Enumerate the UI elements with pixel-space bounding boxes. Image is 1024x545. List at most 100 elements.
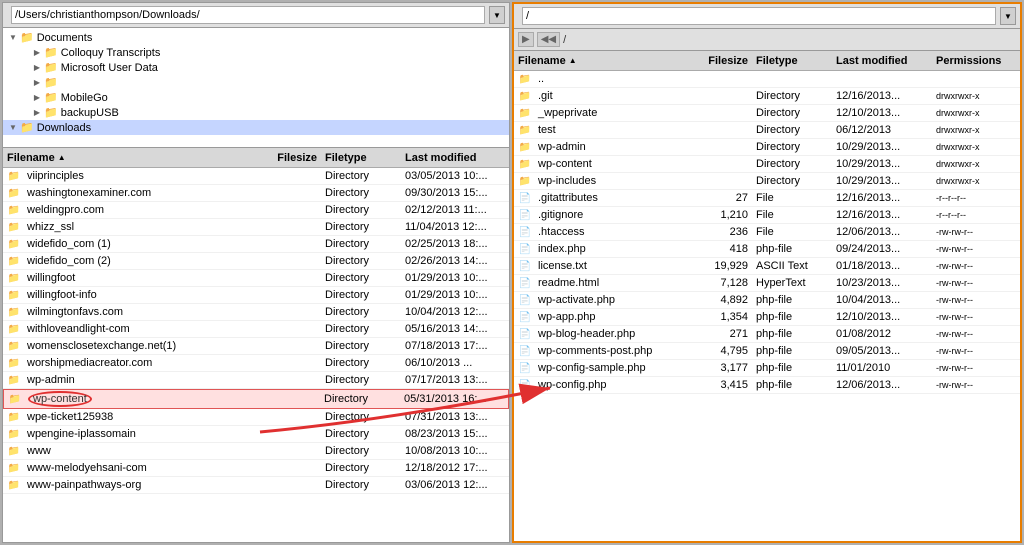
- remote-file-row[interactable]: 📁 test Directory 06/12/2013 drwxrwxr-x: [514, 122, 1020, 139]
- remote-file-row[interactable]: 📄 index.php 418 php-file 09/24/2013... -…: [514, 241, 1020, 258]
- remote-file-icon: 📄: [518, 294, 532, 306]
- remote-file-type-cell: php-file: [756, 345, 836, 357]
- tree-item-msud[interactable]: ▶ 📁 Microsoft User Data: [3, 60, 509, 75]
- local-file-row[interactable]: 📁 www-painpathways-org Directory 03/06/2…: [3, 477, 509, 494]
- remote-file-row[interactable]: 📄 wp-comments-post.php 4,795 php-file 09…: [514, 343, 1020, 360]
- remote-file-name: wp-activate.php: [538, 294, 615, 306]
- tree-item-documents[interactable]: ▼ 📁 Documents: [3, 30, 509, 45]
- tree-item-backupusb[interactable]: ▶ 📁 backupUSB: [3, 105, 509, 120]
- tree-toggle[interactable]: ▶: [31, 93, 43, 102]
- local-file-row[interactable]: 📁 willingfoot-info Directory 01/29/2013 …: [3, 287, 509, 304]
- remote-col-filename[interactable]: Filename ▲: [518, 55, 691, 67]
- remote-file-row[interactable]: 📁 ..: [514, 71, 1020, 88]
- local-file-row[interactable]: 📁 widefido_com (1) Directory 02/25/2013 …: [3, 236, 509, 253]
- file-icon: 📁: [7, 323, 21, 335]
- remote-file-row[interactable]: 📄 .htaccess 236 File 12/06/2013... -rw-r…: [514, 224, 1020, 241]
- remote-file-row[interactable]: 📄 wp-app.php 1,354 php-file 12/10/2013..…: [514, 309, 1020, 326]
- local-file-row[interactable]: 📁 worshipmediacreator.com Directory 06/1…: [3, 355, 509, 372]
- remote-file-row[interactable]: 📄 readme.html 7,128 HyperText 10/23/2013…: [514, 275, 1020, 292]
- folder-icon: 📁: [44, 91, 58, 104]
- file-type-cell: Directory: [325, 323, 405, 335]
- local-site-input[interactable]: [11, 6, 485, 24]
- remote-file-name-cell: 📁 wp-admin: [518, 141, 691, 153]
- remote-file-row[interactable]: 📄 wp-blog-header.php 271 php-file 01/08/…: [514, 326, 1020, 343]
- file-modified: 02/25/2013 18:...: [405, 238, 488, 250]
- tree-toggle[interactable]: ▶: [31, 63, 43, 72]
- file-name: withloveandlight-com: [27, 323, 130, 335]
- tree-item-downloads[interactable]: ▼ 📁 Downloads: [3, 120, 509, 135]
- remote-col-filesize[interactable]: Filesize: [691, 55, 756, 67]
- local-col-filetype[interactable]: Filetype: [325, 152, 405, 164]
- local-file-row[interactable]: 📁 www-melodyehsani-com Directory 12/18/2…: [3, 460, 509, 477]
- local-file-row[interactable]: 📁 widefido_com (2) Directory 02/26/2013 …: [3, 253, 509, 270]
- remote-nav-back[interactable]: ◀◀: [537, 32, 560, 47]
- remote-file-size: 1,354: [720, 311, 748, 323]
- remote-file-row[interactable]: 📄 license.txt 19,929 ASCII Text 01/18/20…: [514, 258, 1020, 275]
- remote-file-row[interactable]: 📁 _wpeprivate Directory 12/10/2013... dr…: [514, 105, 1020, 122]
- file-name: wp-admin: [27, 374, 75, 386]
- remote-col-lastmod[interactable]: Last modified: [836, 55, 936, 67]
- local-col-filename[interactable]: Filename ▲: [7, 152, 260, 164]
- remote-file-perms: -r--r--r--: [936, 193, 966, 203]
- remote-col-filetype[interactable]: Filetype: [756, 55, 836, 67]
- local-file-row[interactable]: 📁 willingfoot Directory 01/29/2013 10:..…: [3, 270, 509, 287]
- tree-toggle[interactable]: ▶: [31, 48, 43, 57]
- local-file-row[interactable]: 📁 whizz_ssl Directory 11/04/2013 12:...: [3, 219, 509, 236]
- remote-file-row[interactable]: 📁 wp-content Directory 10/29/2013... drw…: [514, 156, 1020, 173]
- remote-nav-play[interactable]: ▶: [518, 32, 534, 47]
- file-type-cell: Directory: [325, 170, 405, 182]
- local-file-row[interactable]: 📁 wilmingtonfavs.com Directory 10/04/201…: [3, 304, 509, 321]
- local-file-row[interactable]: 📁 www Directory 10/08/2013 10:...: [3, 443, 509, 460]
- remote-file-name-cell: 📁 _wpeprivate: [518, 107, 691, 119]
- tree-toggle-documents[interactable]: ▼: [7, 33, 19, 42]
- tree-toggle[interactable]: ▶: [31, 78, 43, 87]
- remote-file-perms: drwxrwxr-x: [936, 108, 980, 118]
- local-col-filesize[interactable]: Filesize: [260, 152, 325, 164]
- file-modified: 06/10/2013 ...: [405, 357, 472, 369]
- local-file-row[interactable]: 📁 weldingpro.com Directory 02/12/2013 11…: [3, 202, 509, 219]
- file-type-cell: Directory: [325, 204, 405, 216]
- local-file-row[interactable]: 📁 withloveandlight-com Directory 05/16/2…: [3, 321, 509, 338]
- local-file-row[interactable]: 📁 wp-admin Directory 07/17/2013 13:...: [3, 372, 509, 389]
- remote-file-row[interactable]: 📁 wp-admin Directory 10/29/2013... drwxr…: [514, 139, 1020, 156]
- local-file-row[interactable]: 📁 wp-content Directory 05/31/2013 16:...: [3, 389, 509, 409]
- local-file-row[interactable]: 📁 washingtonexaminer.com Directory 09/30…: [3, 185, 509, 202]
- local-file-row[interactable]: 📁 viiprinciples Directory 03/05/2013 10:…: [3, 168, 509, 185]
- file-type: Directory: [325, 374, 369, 386]
- file-type-cell: Directory: [325, 221, 405, 233]
- remote-file-type: php-file: [756, 243, 792, 255]
- local-file-row[interactable]: 📁 womensclosetexchange.net(1) Directory …: [3, 338, 509, 355]
- file-name-cell: 📁 viiprinciples: [7, 170, 260, 182]
- remote-file-row[interactable]: 📁 wp-includes Directory 10/29/2013... dr…: [514, 173, 1020, 190]
- local-col-lastmod[interactable]: Last modified: [405, 152, 505, 164]
- remote-file-name: wp-config.php: [538, 379, 607, 391]
- remote-file-icon: 📄: [518, 328, 532, 340]
- remote-file-row[interactable]: 📄 .gitattributes 27 File 12/16/2013... -…: [514, 190, 1020, 207]
- tree-toggle[interactable]: ▶: [31, 108, 43, 117]
- remote-site-input[interactable]: [522, 7, 996, 25]
- remote-file-icon: 📄: [518, 362, 532, 374]
- remote-file-row[interactable]: 📄 wp-config.php 3,415 php-file 12/06/201…: [514, 377, 1020, 394]
- remote-file-icon: 📄: [518, 226, 532, 238]
- tree-toggle[interactable]: ▼: [7, 123, 19, 132]
- remote-col-perms[interactable]: Permissions: [936, 55, 1016, 67]
- remote-file-size: 3,415: [720, 379, 748, 391]
- remote-file-row[interactable]: 📄 wp-activate.php 4,892 php-file 10/04/2…: [514, 292, 1020, 309]
- file-name: worshipmediacreator.com: [27, 357, 152, 369]
- remote-file-row[interactable]: 📁 .git Directory 12/16/2013... drwxrwxr-…: [514, 88, 1020, 105]
- file-type: Directory: [325, 411, 369, 423]
- remote-file-size: 3,177: [720, 362, 748, 374]
- local-file-row[interactable]: 📁 wpe-ticket125938 Directory 07/31/2013 …: [3, 409, 509, 426]
- remote-file-row[interactable]: 📄 wp-config-sample.php 3,177 php-file 11…: [514, 360, 1020, 377]
- tree-item-colloquy[interactable]: ▶ 📁 Colloquy Transcripts: [3, 45, 509, 60]
- remote-file-row[interactable]: 📄 .gitignore 1,210 File 12/16/2013... -r…: [514, 207, 1020, 224]
- remote-file-icon: 📄: [518, 192, 532, 204]
- tree-item-mobilego[interactable]: ▶ 📁 MobileGo: [3, 90, 509, 105]
- remote-file-size-cell: 271: [691, 328, 756, 340]
- tree-item-migration[interactable]: ▶ 📁: [3, 75, 509, 90]
- remote-file-mod-cell: 09/24/2013...: [836, 243, 936, 255]
- remote-site-dropdown[interactable]: ▼: [1000, 7, 1016, 25]
- tree-label-downloads: Downloads: [37, 122, 91, 134]
- local-file-row[interactable]: 📁 wpengine-iplassomain Directory 08/23/2…: [3, 426, 509, 443]
- local-site-dropdown[interactable]: ▼: [489, 6, 505, 24]
